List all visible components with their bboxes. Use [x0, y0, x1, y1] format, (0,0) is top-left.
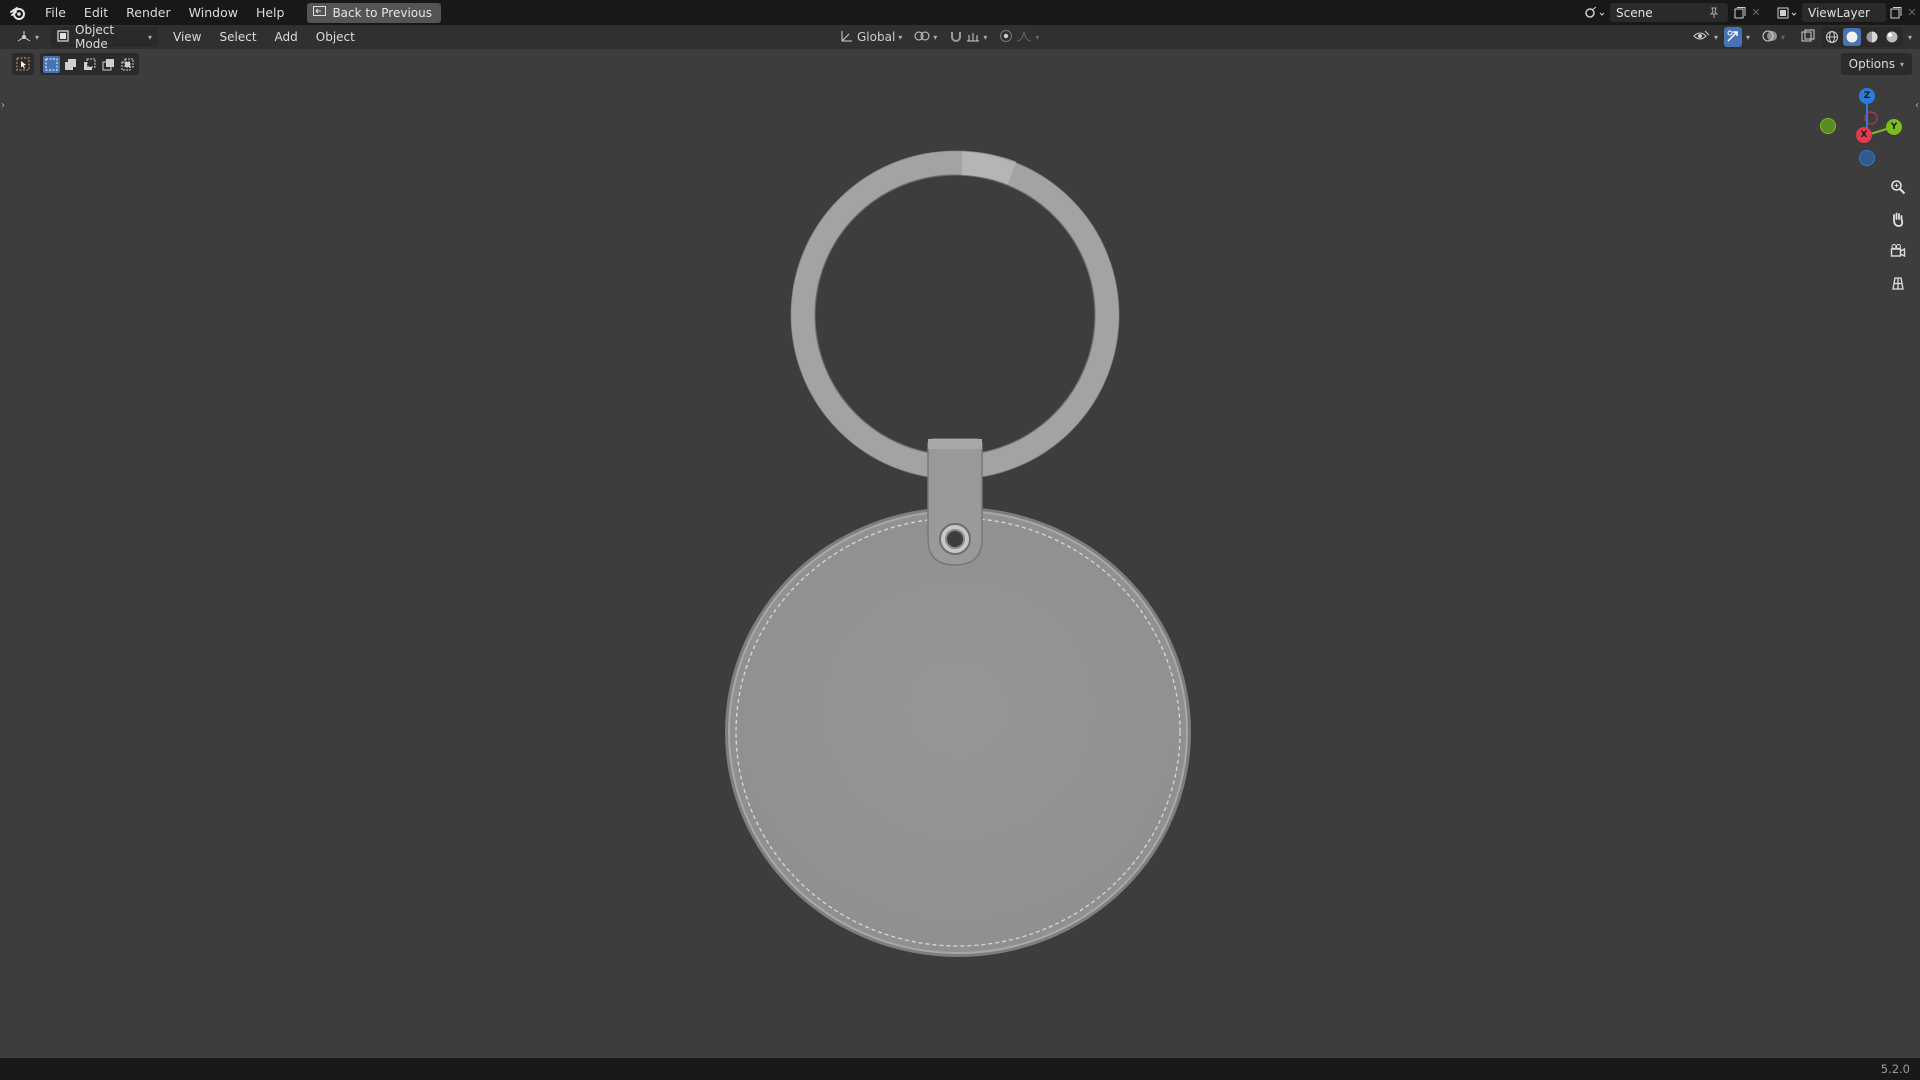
chevron-down-icon[interactable]: ▾ — [1908, 33, 1912, 42]
chevron-down-icon: ▾ — [148, 32, 153, 42]
show-gizmo-toggle[interactable] — [1723, 27, 1742, 47]
object-mode-icon — [57, 29, 69, 45]
proportional-editing-icon — [999, 29, 1013, 46]
top-menubar: File Edit Render Window Help Back to Pre… — [0, 0, 1920, 25]
strap-tab — [927, 438, 983, 566]
eye-filter-icon — [1693, 29, 1711, 46]
chevron-down-icon: ▾ — [933, 32, 938, 42]
back-screen-icon — [313, 5, 327, 20]
chevron-down-icon: ▾ — [1035, 32, 1040, 42]
back-to-previous-label: Back to Previous — [332, 5, 432, 20]
navigation-gizmo[interactable]: Z Y X — [1820, 84, 1912, 170]
chevron-down-icon: ▾ — [35, 32, 40, 42]
viewport-header: ▾ Object Mode ▾ View Select Add Object G… — [0, 23, 1920, 51]
leather-disc — [725, 507, 1191, 957]
view-layer-field[interactable]: ViewLayer — [1802, 3, 1886, 22]
delete-scene-icon[interactable]: ✕ — [1748, 5, 1764, 21]
blender-logo-icon[interactable] — [0, 0, 36, 25]
transform-orientation-label: Global — [857, 30, 896, 44]
object-mode-dropdown[interactable]: Object Mode ▾ — [51, 23, 159, 51]
zoom-icon[interactable] — [1885, 174, 1911, 200]
menu-help[interactable]: Help — [247, 0, 294, 25]
new-view-layer-icon[interactable] — [1888, 5, 1904, 21]
proportional-editing-toggle[interactable]: ▾ — [995, 27, 1043, 47]
scene-name-field[interactable]: Scene — [1610, 3, 1728, 22]
key-ring — [790, 150, 1120, 480]
chevron-down-icon: ▾ — [1713, 32, 1718, 42]
object-mode-label: Object Mode — [75, 23, 115, 51]
back-to-previous-button[interactable]: Back to Previous — [307, 2, 441, 23]
3d-viewport-icon — [16, 29, 32, 46]
falloff-curve-icon — [1016, 29, 1032, 46]
view-layer-selector-icon[interactable] — [1774, 5, 1802, 21]
menu-view[interactable]: View — [164, 27, 210, 47]
transform-orientation-dropdown[interactable]: Global ▾ — [836, 27, 906, 47]
axis-x-ball[interactable]: X — [1856, 127, 1872, 143]
axis-z-ball[interactable]: Z — [1859, 88, 1875, 104]
rendered-shading-icon[interactable] — [1883, 28, 1901, 46]
menu-file[interactable]: File — [36, 0, 75, 25]
delete-view-layer-icon[interactable]: ✕ — [1904, 5, 1920, 21]
view-layer-name: ViewLayer — [1808, 5, 1870, 20]
xray-icon — [1801, 29, 1815, 46]
menu-select[interactable]: Select — [211, 27, 266, 47]
solid-shading-icon[interactable] — [1842, 28, 1861, 46]
orientation-axes-icon — [840, 29, 854, 46]
material-preview-icon[interactable] — [1863, 28, 1881, 46]
object-visibility-dropdown[interactable]: ▾ — [1689, 27, 1722, 47]
camera-icon[interactable] — [1885, 238, 1911, 264]
pivot-icon — [914, 29, 930, 46]
chevron-down-icon: ▾ — [1780, 32, 1785, 42]
scene-name: Scene — [1616, 5, 1653, 20]
ortho-grid-icon[interactable] — [1885, 270, 1911, 296]
keychain-model — [725, 150, 1191, 957]
viewport-display-tools: ▾ ▾ ▾ ▾ — [1689, 27, 1912, 47]
menu-edit[interactable]: Edit — [75, 0, 117, 25]
overlays-toggle[interactable]: ▾ — [1758, 27, 1789, 47]
axis-neg-y-ball[interactable] — [1820, 118, 1836, 134]
version-label: 5.2.0 — [1880, 1062, 1910, 1076]
axis-neg-z-ball[interactable] — [1859, 150, 1875, 166]
chevron-down-icon[interactable]: ▾ — [1746, 33, 1750, 42]
magnet-icon — [949, 29, 963, 46]
xray-toggle[interactable] — [1797, 27, 1819, 47]
new-scene-icon[interactable] — [1732, 5, 1748, 21]
gizmo-arrow-icon — [1726, 29, 1740, 46]
snap-increment-icon — [966, 29, 980, 46]
pan-hand-icon[interactable] — [1885, 206, 1911, 232]
menu-object[interactable]: Object — [307, 27, 364, 47]
status-bar: 5.2.0 — [0, 1058, 1920, 1080]
snap-toggle[interactable]: ▾ — [945, 27, 991, 47]
editor-type-selector[interactable]: ▾ — [10, 27, 45, 47]
pin-icon[interactable] — [1706, 5, 1722, 21]
chevron-down-icon: ▾ — [983, 32, 988, 42]
axis-y-ball[interactable]: Y — [1886, 119, 1902, 135]
chevron-down-icon: ▾ — [898, 32, 903, 42]
menu-window[interactable]: Window — [180, 0, 247, 25]
menu-add[interactable]: Add — [266, 27, 307, 47]
transform-tools: Global ▾ ▾ ▾ ▾ — [836, 27, 1043, 47]
viewport-nav-buttons — [1884, 174, 1912, 296]
menu-render[interactable]: Render — [117, 0, 180, 25]
scene-selector-icon[interactable] — [1582, 5, 1610, 21]
pivot-point-dropdown[interactable]: ▾ — [910, 27, 941, 47]
overlays-icon — [1762, 29, 1778, 46]
wireframe-shading-icon[interactable] — [1823, 28, 1841, 46]
shading-mode-group — [1820, 27, 1903, 47]
